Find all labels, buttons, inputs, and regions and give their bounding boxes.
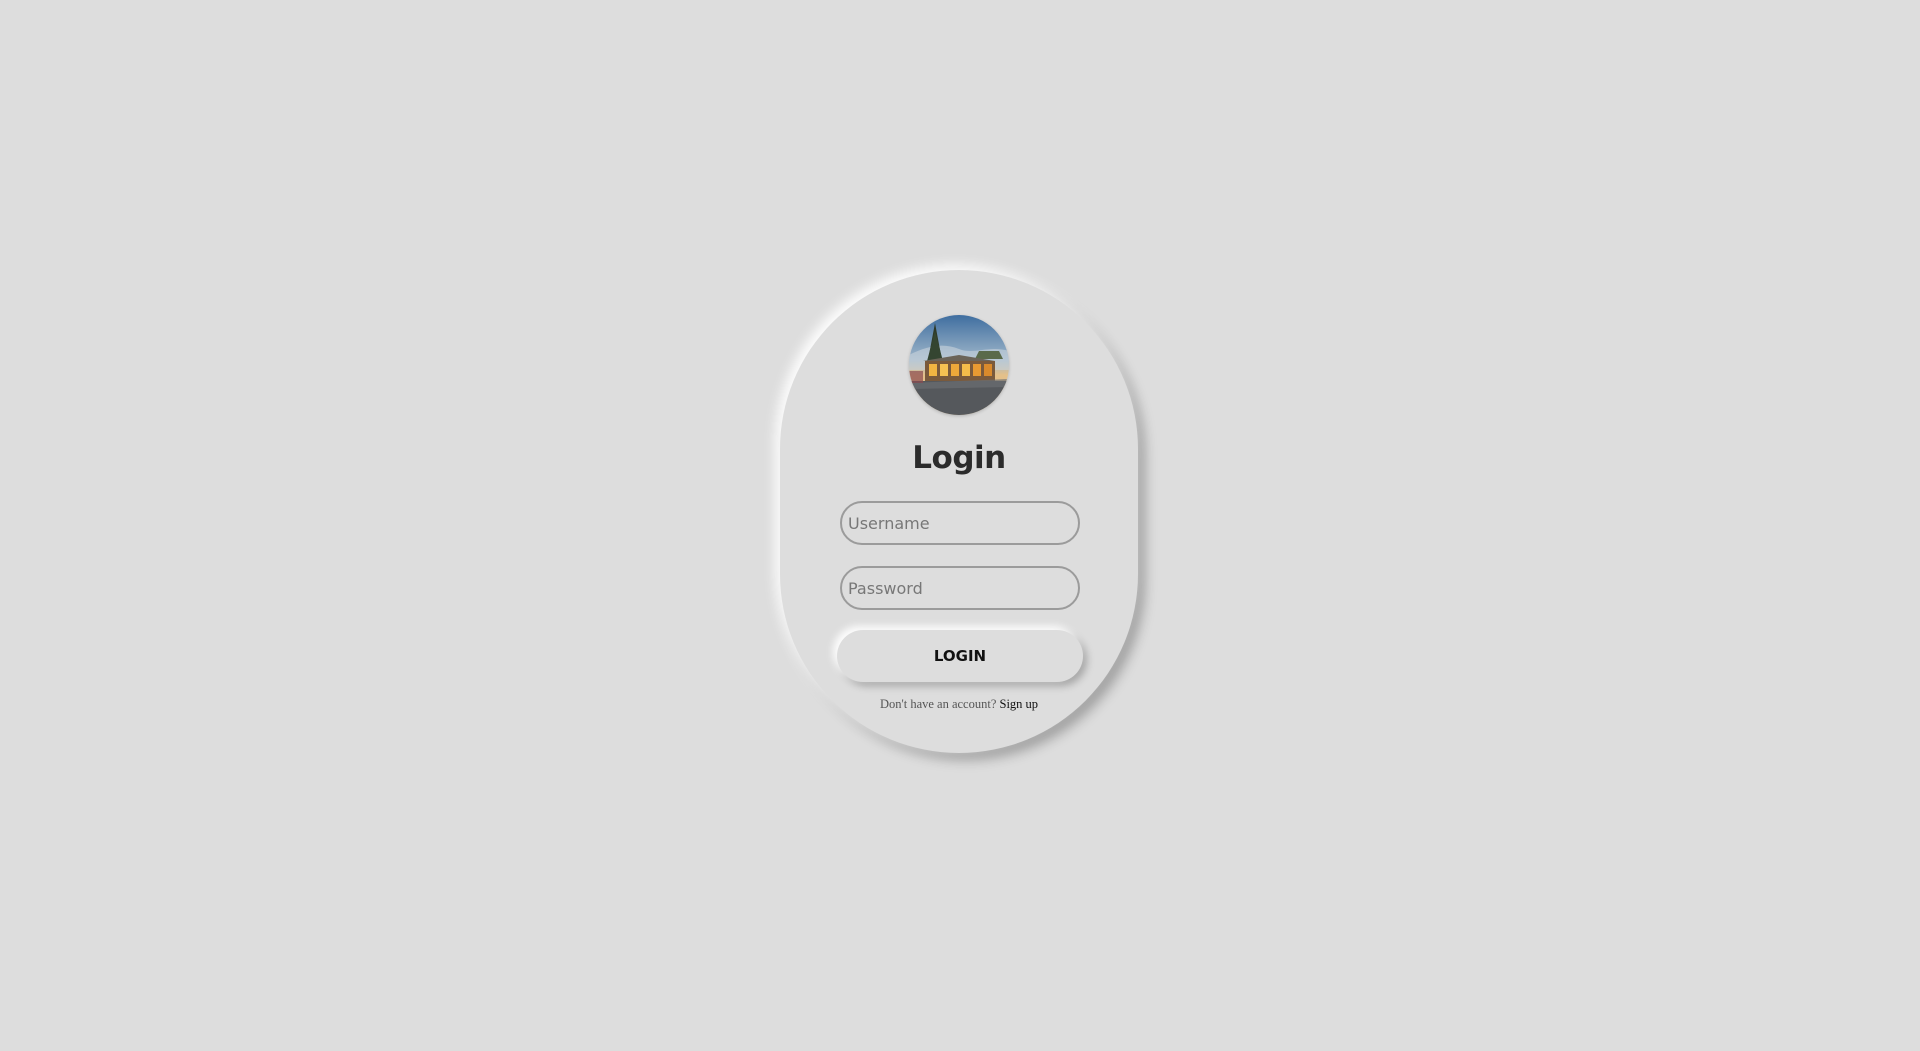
signup-link[interactable]: Sign up xyxy=(1000,697,1039,711)
signup-prompt: Don't have an account? xyxy=(879,697,997,711)
signup-row: Don't have an account? Sign up xyxy=(780,697,1138,712)
avatar xyxy=(909,315,1009,415)
login-card: Login LOGIN Don't have an account? Sign … xyxy=(780,270,1138,753)
house-photo-icon xyxy=(909,315,1009,415)
password-input[interactable] xyxy=(840,566,1080,610)
username-input[interactable] xyxy=(840,501,1080,545)
login-button[interactable]: LOGIN xyxy=(837,630,1083,682)
page-title: Login xyxy=(912,440,1006,476)
